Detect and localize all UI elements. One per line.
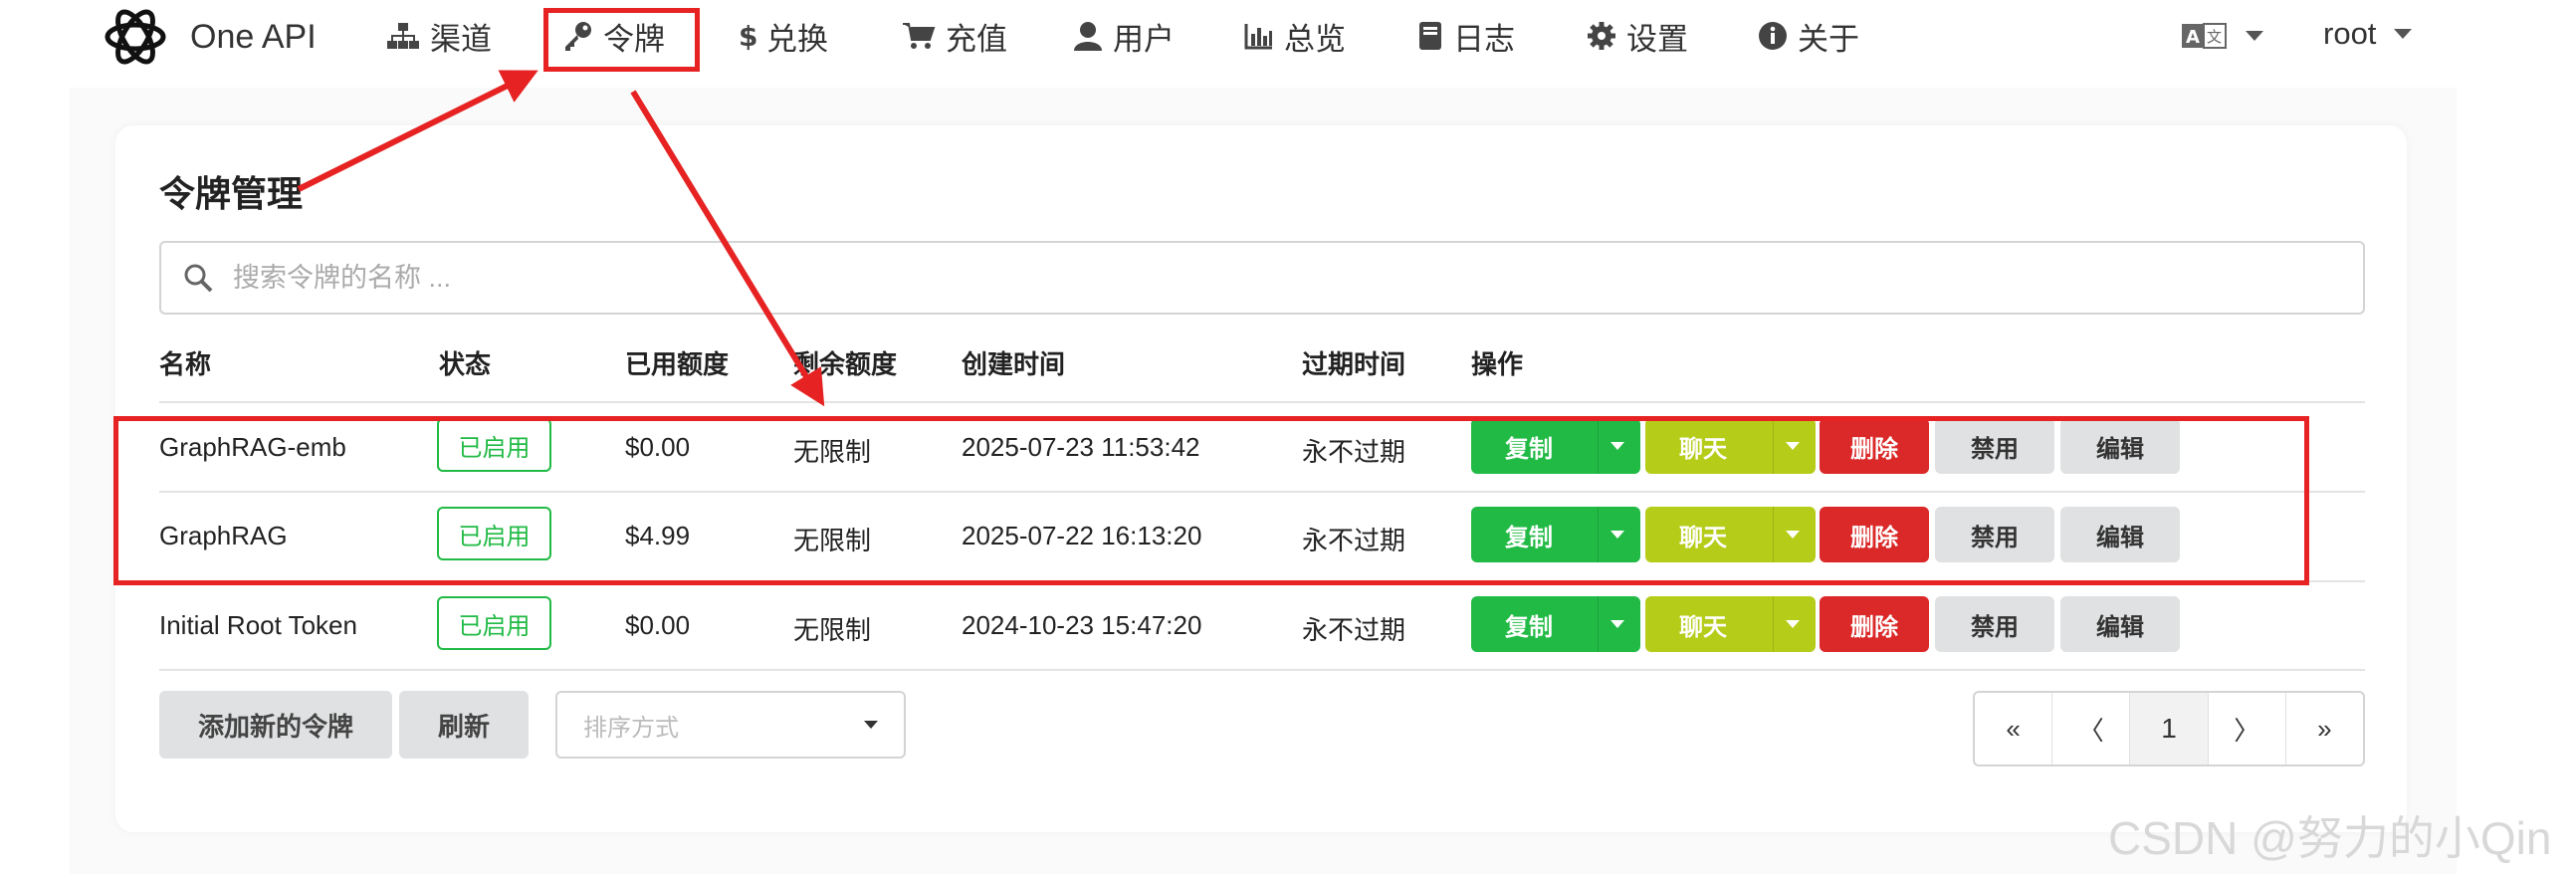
annotation-arrow — [630, 90, 825, 407]
annotation-arrow — [297, 70, 538, 192]
watermark: CSDN @努力的小Qin — [2108, 812, 2552, 864]
annotation-arrows — [297, 70, 825, 407]
